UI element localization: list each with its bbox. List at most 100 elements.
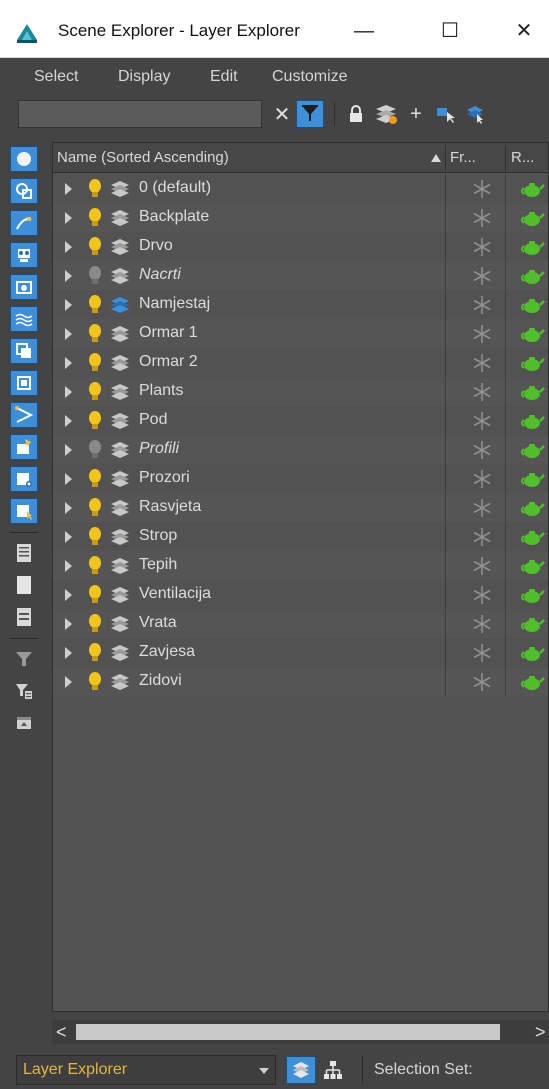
expand-arrow-icon[interactable] [65, 618, 72, 630]
close-button[interactable]: ✕ [502, 14, 546, 48]
expand-arrow-icon[interactable] [65, 183, 72, 195]
expand-arrow-icon[interactable] [65, 270, 72, 282]
cameras-filter-icon[interactable] [10, 274, 38, 300]
render-teapot-icon[interactable] [519, 411, 545, 431]
expand-arrow-icon[interactable] [65, 502, 72, 514]
filter-icon[interactable] [296, 100, 324, 128]
helpers-filter-icon[interactable] [10, 402, 38, 428]
freeze-snowflake-icon[interactable] [471, 584, 493, 606]
freeze-snowflake-icon[interactable] [471, 178, 493, 200]
expand-arrow-icon[interactable] [65, 560, 72, 572]
visibility-bulb-icon[interactable] [86, 468, 104, 490]
expand-arrow-icon[interactable] [65, 473, 72, 485]
lights-filter-icon[interactable] [10, 242, 38, 268]
visibility-bulb-icon[interactable] [86, 381, 104, 403]
expand-arrow-icon[interactable] [65, 676, 72, 688]
display-all-icon[interactable] [10, 146, 38, 172]
expand-arrow-icon[interactable] [65, 415, 72, 427]
layer-row[interactable]: Pod [53, 406, 548, 435]
expand-arrow-icon[interactable] [65, 299, 72, 311]
layer-row[interactable]: Drvo [53, 232, 548, 261]
select-all-icon[interactable] [10, 540, 38, 566]
visibility-bulb-icon[interactable] [86, 642, 104, 664]
layer-row[interactable]: Nacrti [53, 261, 548, 290]
menu-select[interactable]: Select [34, 68, 78, 86]
expand-arrow-icon[interactable] [65, 444, 72, 456]
visibility-bulb-icon[interactable] [86, 236, 104, 258]
visibility-bulb-icon[interactable] [86, 526, 104, 548]
render-teapot-icon[interactable] [519, 179, 545, 199]
freeze-snowflake-icon[interactable] [471, 671, 493, 693]
lock-icon[interactable] [342, 100, 370, 128]
expand-arrow-icon[interactable] [65, 531, 72, 543]
render-teapot-icon[interactable] [519, 266, 545, 286]
freeze-snowflake-icon[interactable] [471, 352, 493, 374]
select-none-icon[interactable] [10, 572, 38, 598]
render-teapot-icon[interactable] [519, 295, 545, 315]
render-teapot-icon[interactable] [519, 614, 545, 634]
select-invert-icon[interactable] [10, 604, 38, 630]
freeze-snowflake-icon[interactable] [471, 439, 493, 461]
search-input[interactable] [18, 100, 262, 128]
visibility-bulb-icon[interactable] [86, 671, 104, 693]
visibility-bulb-icon[interactable] [86, 439, 104, 461]
column-render-header[interactable]: R... [511, 143, 548, 173]
clear-search-icon[interactable]: ✕ [268, 100, 296, 128]
filter-options-icon[interactable] [10, 678, 38, 704]
freeze-snowflake-icon[interactable] [471, 236, 493, 258]
layer-row[interactable]: Zavjesa [53, 638, 548, 667]
column-separator[interactable] [445, 145, 446, 171]
scroll-left-button[interactable]: < [56, 1022, 74, 1042]
render-teapot-icon[interactable] [519, 440, 545, 460]
visibility-bulb-icon[interactable] [86, 323, 104, 345]
render-teapot-icon[interactable] [519, 643, 545, 663]
menu-display[interactable]: Display [118, 68, 170, 86]
render-teapot-icon[interactable] [519, 672, 545, 692]
freeze-snowflake-icon[interactable] [471, 410, 493, 432]
horizontal-scrollbar[interactable]: < > [52, 1020, 549, 1044]
groups-filter-icon[interactable] [10, 338, 38, 364]
freeze-snowflake-icon[interactable] [471, 265, 493, 287]
layer-row[interactable]: Ventilacija [53, 580, 548, 609]
collapse-icon[interactable] [10, 710, 38, 736]
visibility-bulb-icon[interactable] [86, 265, 104, 287]
layer-row[interactable]: Zidovi [53, 667, 548, 696]
visibility-bulb-icon[interactable] [86, 584, 104, 606]
render-teapot-icon[interactable] [519, 382, 545, 402]
expand-arrow-icon[interactable] [65, 589, 72, 601]
add-to-layer-icon[interactable]: + [402, 100, 430, 128]
geometry-filter-icon[interactable] [10, 178, 38, 204]
render-teapot-icon[interactable] [519, 353, 545, 373]
menu-customize[interactable]: Customize [272, 68, 348, 86]
freeze-snowflake-icon[interactable] [471, 294, 493, 316]
visibility-bulb-icon[interactable] [86, 613, 104, 635]
maximize-button[interactable]: ☐ [428, 14, 472, 48]
visibility-bulb-icon[interactable] [86, 207, 104, 229]
expand-arrow-icon[interactable] [65, 647, 72, 659]
freeze-snowflake-icon[interactable] [471, 207, 493, 229]
menu-edit[interactable]: Edit [210, 68, 238, 86]
render-teapot-icon[interactable] [519, 469, 545, 489]
layer-row[interactable]: Backplate [53, 203, 548, 232]
layer-row[interactable]: Ormar 1 [53, 319, 548, 348]
expand-arrow-icon[interactable] [65, 328, 72, 340]
render-teapot-icon[interactable] [519, 208, 545, 228]
layer-row[interactable]: Plants [53, 377, 548, 406]
select-in-layer-icon[interactable] [432, 100, 460, 128]
visibility-bulb-icon[interactable] [86, 352, 104, 374]
scrollbar-thumb[interactable] [76, 1024, 500, 1040]
expand-arrow-icon[interactable] [65, 357, 72, 369]
scroll-right-button[interactable]: > [535, 1022, 547, 1042]
layer-row[interactable]: Profili [53, 435, 548, 464]
visibility-bulb-icon[interactable] [86, 178, 104, 200]
layer-row[interactable]: Rasvjeta [53, 493, 548, 522]
shapes-filter-icon[interactable] [10, 210, 38, 236]
render-teapot-icon[interactable] [519, 237, 545, 257]
freeze-snowflake-icon[interactable] [471, 642, 493, 664]
layer-row[interactable]: Strop [53, 522, 548, 551]
column-separator[interactable] [505, 145, 506, 171]
bones-filter-icon[interactable] [10, 434, 38, 460]
freeze-snowflake-icon[interactable] [471, 381, 493, 403]
expand-arrow-icon[interactable] [65, 212, 72, 224]
visibility-bulb-icon[interactable] [86, 555, 104, 577]
